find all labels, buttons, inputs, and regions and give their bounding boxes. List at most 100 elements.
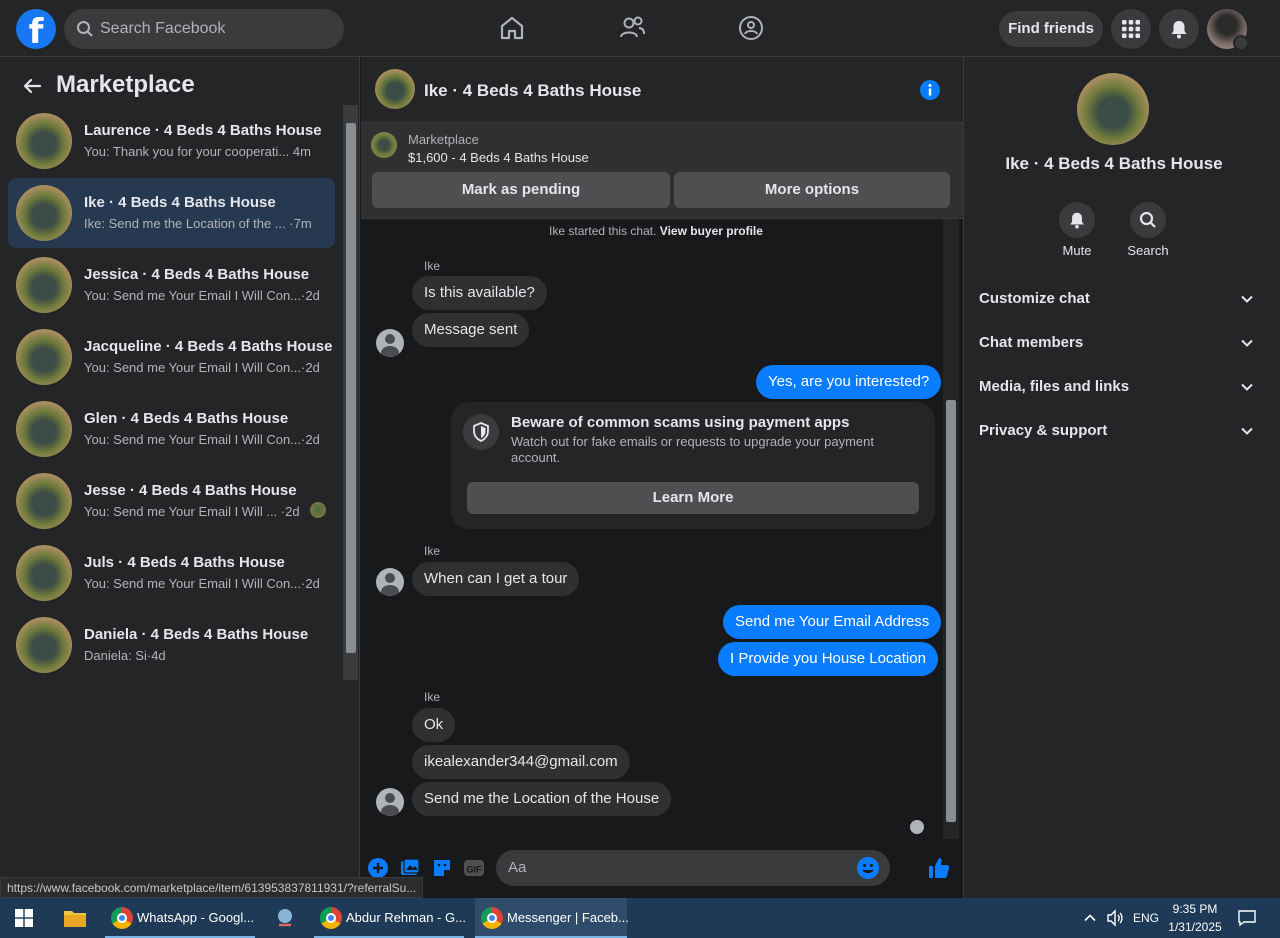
snipping-tool-icon[interactable] [274, 907, 296, 929]
conversation-name: Jacqueline · 4 Beds 4 Baths House [84, 338, 333, 355]
message-bubble-sent[interactable]: I Provide you House Location [718, 642, 938, 676]
windows-taskbar: WhatsApp - Googl... Abdur Rehman - G... … [0, 898, 1280, 938]
scam-warning-card: Beware of common scams using payment app… [451, 402, 935, 529]
message-bubble[interactable]: Is this available? [412, 276, 547, 310]
media-files-links-row[interactable]: Media, files and links [979, 378, 1254, 402]
listing-thumbnail [16, 473, 72, 529]
listing-thumbnail [16, 617, 72, 673]
conversation-item-active[interactable]: Ike · 4 Beds 4 Baths House Ike: Send me … [8, 178, 335, 248]
shield-icon [473, 422, 489, 442]
menu-button[interactable] [1111, 9, 1151, 49]
groups-icon[interactable] [735, 12, 767, 44]
taskbar-messenger-window[interactable]: Messenger | Faceb... [475, 898, 629, 938]
photo-icon[interactable] [400, 858, 420, 878]
top-bar: f Search Facebook Find friends [0, 0, 1280, 57]
find-friends-button[interactable]: Find friends [999, 11, 1103, 47]
page-scrollbar[interactable] [1265, 57, 1280, 898]
message-bubble[interactable]: Send me the Location of the House [412, 782, 672, 816]
conversation-item[interactable]: Jessica · 4 Beds 4 Baths House You: Send… [8, 250, 335, 320]
sender-label: Ike [424, 544, 441, 558]
windows-start-icon[interactable] [15, 909, 33, 927]
privacy-support-row[interactable]: Privacy & support [979, 422, 1254, 446]
sender-label: Ike [424, 259, 441, 273]
facebook-logo-icon[interactable]: f [16, 9, 56, 49]
conversation-preview: You: Thank you for your cooperati... 4m [84, 144, 311, 159]
view-buyer-profile-link[interactable]: View buyer profile [660, 224, 763, 238]
listing-thumbnail [16, 329, 72, 385]
message-bubble[interactable]: Ok [412, 708, 456, 742]
mute-button[interactable] [1059, 202, 1095, 238]
read-receipt-avatar [310, 502, 326, 518]
chevron-down-icon [1241, 295, 1253, 303]
language-indicator[interactable]: ENG [1133, 911, 1159, 925]
listing-price-title[interactable]: $1,600 - 4 Beds 4 Baths House [408, 150, 589, 165]
conversation-preview: You: Send me Your Email I Will Con...·2d [84, 288, 320, 303]
search-conversation-button[interactable] [1130, 202, 1166, 238]
message-bubble-sent[interactable]: Yes, are you interested? [756, 365, 942, 399]
search-input[interactable]: Search Facebook [64, 9, 344, 49]
info-icon[interactable] [919, 79, 941, 101]
message-bubble[interactable]: Message sent [412, 313, 530, 347]
search-icon [77, 21, 93, 37]
chat-scrollbar-thumb[interactable] [946, 400, 956, 822]
conversation-item[interactable]: Jesse · 4 Beds 4 Baths House You: Send m… [8, 466, 335, 536]
listing-thumbnail[interactable] [371, 132, 397, 158]
grid-menu-icon [1122, 20, 1140, 38]
thumbs-up-icon[interactable] [927, 856, 951, 880]
sidebar-title: Marketplace [56, 71, 195, 98]
clock-date[interactable]: 1/31/2025 [1162, 920, 1228, 934]
customize-chat-row[interactable]: Customize chat [979, 290, 1254, 314]
emoji-icon[interactable] [856, 856, 880, 880]
file-explorer-icon[interactable] [63, 908, 87, 928]
message-bubble-sent[interactable]: Send me Your Email Address [723, 605, 942, 639]
conversation-sidebar: Marketplace Laurence · 4 Beds 4 Baths Ho… [0, 57, 360, 880]
conversation-name: Daniela · 4 Beds 4 Baths House [84, 626, 309, 643]
clock-time[interactable]: 9:35 PM [1168, 902, 1222, 916]
chat-title[interactable]: Ike · 4 Beds 4 Baths House [424, 81, 641, 101]
gif-icon[interactable]: GIF [464, 858, 484, 878]
chat-avatar[interactable] [375, 69, 415, 109]
chat-details-panel: Ike · 4 Beds 4 Baths House Mute Search C… [963, 57, 1265, 898]
conversation-name: Juls · 4 Beds 4 Baths House [84, 554, 285, 571]
sender-label: Ike [424, 690, 441, 704]
home-icon[interactable] [496, 12, 528, 44]
sender-avatar[interactable] [376, 788, 404, 816]
learn-more-button[interactable]: Learn More [467, 482, 919, 514]
notifications-center-icon[interactable] [1238, 909, 1256, 927]
conversation-item[interactable]: Jacqueline · 4 Beds 4 Baths House You: S… [8, 322, 335, 392]
taskbar-chrome-window[interactable]: Abdur Rehman - G... [314, 898, 466, 938]
sender-avatar[interactable] [376, 329, 404, 357]
sidebar-scrollbar-thumb[interactable] [346, 123, 356, 653]
conversation-item[interactable]: Daniela · 4 Beds 4 Baths House Daniela: … [8, 610, 335, 680]
message-bubble[interactable]: When can I get a tour [412, 562, 580, 596]
sticker-icon[interactable] [432, 858, 452, 878]
svg-text:GIF: GIF [467, 865, 483, 875]
message-input[interactable]: Aa [496, 850, 890, 886]
notifications-button[interactable] [1159, 9, 1199, 49]
details-avatar[interactable] [1077, 73, 1149, 145]
back-arrow-icon[interactable] [22, 76, 42, 96]
volume-icon[interactable] [1106, 909, 1124, 927]
friends-icon[interactable] [616, 12, 648, 44]
status-bar-url: https://www.facebook.com/marketplace/ite… [0, 877, 424, 898]
search-placeholder: Search Facebook [100, 20, 226, 37]
tray-chevron-up-icon[interactable] [1083, 911, 1097, 925]
conversation-item[interactable]: Laurence · 4 Beds 4 Baths House You: Tha… [8, 106, 335, 176]
listing-thumbnail [16, 257, 72, 313]
mark-as-pending-button[interactable]: Mark as pending [372, 172, 670, 208]
seen-indicator-avatar [910, 820, 924, 834]
account-chevron-icon[interactable] [1233, 35, 1249, 51]
listing-thumbnail [16, 113, 72, 169]
more-options-button[interactable]: More options [674, 172, 950, 208]
sender-avatar[interactable] [376, 568, 404, 596]
message-bubble[interactable]: ikealexander344@gmail.com [412, 745, 630, 779]
taskbar-whatsapp-window[interactable]: WhatsApp - Googl... [105, 898, 255, 938]
search-icon [1139, 211, 1156, 228]
conversation-name: Jesse · 4 Beds 4 Baths House [84, 482, 297, 499]
chat-panel: Ike · 4 Beds 4 Baths House Marketplace $… [361, 57, 963, 898]
conversation-item[interactable]: Glen · 4 Beds 4 Baths House You: Send me… [8, 394, 335, 464]
plus-circle-icon[interactable] [368, 858, 388, 878]
conversation-preview: Ike: Send me the Location of the ... ·7m [84, 216, 312, 231]
chat-members-row[interactable]: Chat members [979, 334, 1254, 358]
conversation-item[interactable]: Juls · 4 Beds 4 Baths House You: Send me… [8, 538, 335, 608]
